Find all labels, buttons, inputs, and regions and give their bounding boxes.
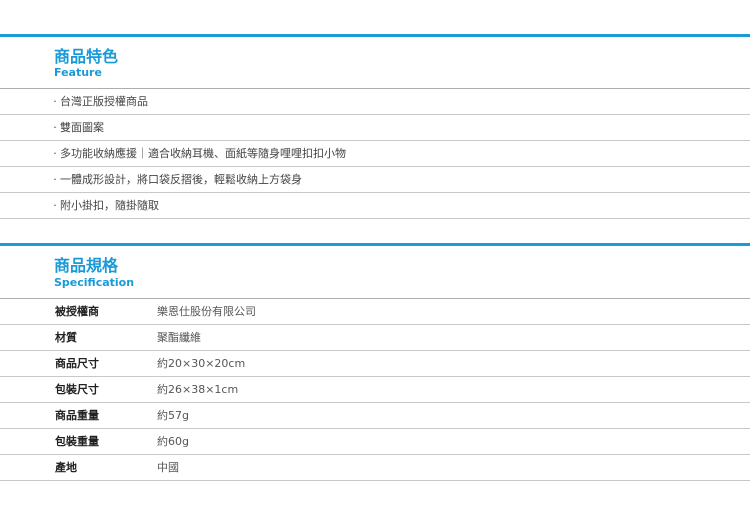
spec-row-package-size: 包裝尺寸 約26×38×1cm	[0, 377, 750, 403]
spec-row-product-size: 商品尺寸 約20×30×20cm	[0, 351, 750, 377]
feature-item: · 多功能收納應援｜適合收納耳機、面紙等隨身哩哩扣扣小物	[0, 141, 750, 167]
bullet-dot: ·	[53, 121, 57, 134]
spec-value: 約20×30×20cm	[157, 357, 246, 370]
spec-label: 商品尺寸	[55, 357, 99, 370]
spec-value: 聚酯纖維	[157, 331, 201, 344]
feature-item: · 雙面圖案	[0, 115, 750, 141]
spec-row-licensee: 被授權商 樂恩仕股份有限公司	[0, 299, 750, 325]
feature-item: · 台灣正版授權商品	[0, 89, 750, 115]
bullet-dot: ·	[53, 147, 57, 160]
spec-value: 約26×38×1cm	[157, 383, 239, 396]
bullet-dot: ·	[53, 173, 57, 186]
feature-item: · 一體成形設計，將口袋反摺後，輕鬆收納上方袋身	[0, 167, 750, 193]
feature-section-title: 商品特色	[54, 47, 119, 66]
feature-item-text: 雙面圖案	[60, 121, 104, 134]
spec-label: 包裝尺寸	[55, 383, 99, 396]
bullet-dot: ·	[53, 199, 57, 212]
spec-label: 材質	[55, 331, 77, 344]
spec-label: 包裝重量	[55, 435, 99, 448]
spec-value: 樂恩仕股份有限公司	[157, 305, 256, 318]
feature-item-text: 一體成形設計，將口袋反摺後，輕鬆收納上方袋身	[60, 173, 302, 186]
feature-section-top-rule	[0, 34, 750, 37]
feature-item-text: 台灣正版授權商品	[60, 95, 148, 108]
spec-label: 商品重量	[55, 409, 99, 422]
spec-row-material: 材質 聚酯纖維	[0, 325, 750, 351]
spec-row-origin: 產地 中國	[0, 455, 750, 481]
specification-section-top-rule	[0, 243, 750, 246]
spec-row-product-weight: 商品重量 約57g	[0, 403, 750, 429]
specification-section-subtitle: Specification	[54, 276, 135, 289]
spec-label: 產地	[55, 461, 77, 474]
specification-section-title: 商品規格	[54, 256, 119, 275]
spec-value: 約57g	[157, 409, 189, 422]
specification-table: 被授權商 樂恩仕股份有限公司 材質 聚酯纖維 商品尺寸 約20×30×20cm …	[0, 299, 750, 481]
spec-label: 被授權商	[55, 305, 99, 318]
feature-list: · 台灣正版授權商品 · 雙面圖案 · 多功能收納應援｜適合收納耳機、面紙等隨身…	[0, 89, 750, 219]
feature-item-text: 多功能收納應援｜適合收納耳機、面紙等隨身哩哩扣扣小物	[60, 147, 346, 160]
feature-item-text: 附小掛扣，隨掛隨取	[60, 199, 159, 212]
spec-row-package-weight: 包裝重量 約60g	[0, 429, 750, 455]
feature-section-subtitle: Feature	[54, 66, 102, 79]
spec-value: 中國	[157, 461, 179, 474]
spec-value: 約60g	[157, 435, 189, 448]
bullet-dot: ·	[53, 95, 57, 108]
feature-item: · 附小掛扣，隨掛隨取	[0, 193, 750, 219]
